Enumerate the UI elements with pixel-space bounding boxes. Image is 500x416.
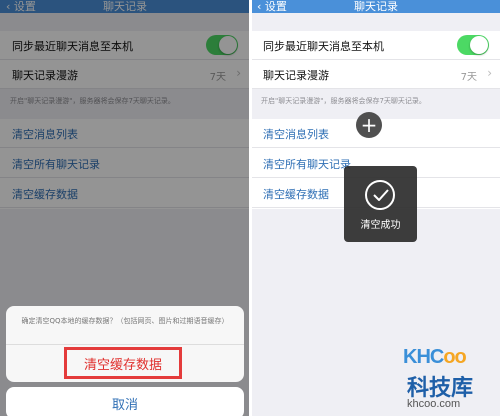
- roaming-row[interactable]: 聊天记录漫游 7天 ›: [251, 60, 500, 89]
- watermark-url: khcoo.com: [407, 398, 461, 410]
- chevron-right-icon: ›: [487, 66, 492, 80]
- sync-label: 同步最近聊天消息至本机: [263, 40, 384, 53]
- roaming-note: 开启"聊天记录漫游"，服务器将会保存7天聊天记录。: [261, 97, 426, 105]
- clear-list-label: 清空消息列表: [263, 128, 329, 141]
- sync-row: 同步最近聊天消息至本机: [251, 31, 500, 60]
- sheet-message: 确定清空QQ本地的缓存数据？（包括网页、图片和过期语音缓存）: [21, 317, 229, 325]
- plus-icon[interactable]: +: [356, 112, 382, 138]
- roaming-label: 聊天记录漫游: [263, 69, 329, 82]
- clear-all-label: 清空所有聊天记录: [263, 158, 351, 171]
- success-toast: 清空成功: [344, 166, 417, 242]
- clear-cache-label: 清空缓存数据: [263, 188, 329, 201]
- roaming-value: 7天: [460, 72, 477, 83]
- watermark-logo: KHCoo: [403, 346, 467, 368]
- left-screen: ‹ 设置 聊天记录 同步最近聊天消息至本机 聊天记录漫游 7天 › 开启"聊天记…: [0, 0, 250, 416]
- cancel-button[interactable]: 取消: [6, 387, 244, 416]
- sync-toggle[interactable]: [457, 35, 489, 55]
- site-watermark: KHCoo 科技库 khcoo.com: [397, 340, 500, 416]
- nav-title: 聊天记录: [354, 0, 398, 13]
- toast-message: 清空成功: [360, 220, 401, 231]
- check-icon: [365, 180, 395, 210]
- settings-group-sync: 同步最近聊天消息至本机 聊天记录漫游 7天 ›: [251, 31, 500, 89]
- nav-bar: ‹ 设置 聊天记录: [251, 0, 500, 13]
- clear-cache-confirm-button[interactable]: 清空缓存数据: [64, 347, 182, 379]
